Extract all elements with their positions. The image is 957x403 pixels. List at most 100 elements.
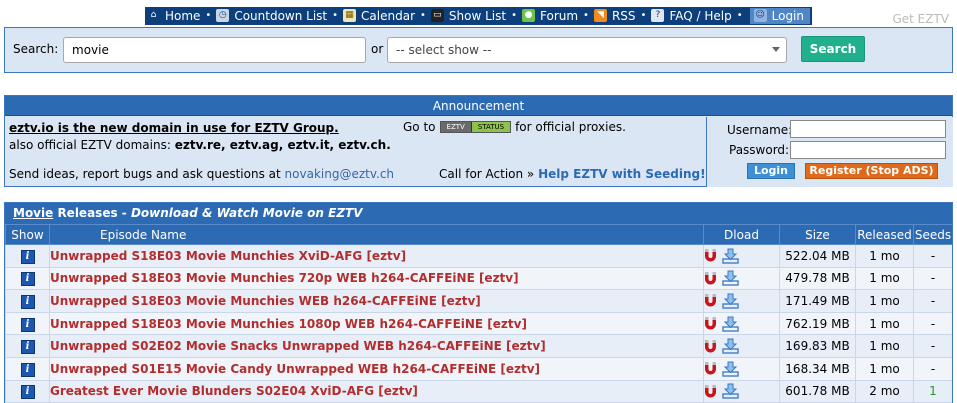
download-icon[interactable]	[722, 293, 739, 309]
email-link[interactable]: novaking@eztv.ch	[285, 167, 394, 181]
released-cell: 1 mo	[855, 334, 914, 358]
download-cell	[703, 244, 780, 268]
call-for-action: Call for Action » Help EZTV with Seeding…	[439, 167, 706, 181]
releases-table-body: i Unwrapped S18E03 Movie Munchies XviD-AF…	[5, 244, 952, 403]
password-label: Password:	[729, 143, 790, 157]
register-button[interactable]: Register (Stop ADS)	[805, 163, 938, 179]
nav-separator: •	[583, 10, 589, 21]
info-icon[interactable]: i	[20, 362, 35, 377]
table-row: i Unwrapped S18E03 Movie Munchies XviD-AF…	[5, 244, 952, 268]
nav-show-list[interactable]: ▭ Show List	[430, 9, 506, 23]
episode-name-cell: Unwrapped S02E02 Movie Snacks Unwrapped …	[49, 334, 704, 358]
episode-link[interactable]: Unwrapped S01E15 Movie Candy Unwrapped W…	[50, 362, 540, 376]
table-row: i Unwrapped S02E02 Movie Snacks Unwrapped…	[5, 334, 952, 358]
goto-suffix: for official proxies.	[515, 120, 626, 134]
magnet-icon[interactable]	[704, 339, 717, 354]
magnet-icon[interactable]	[704, 361, 717, 376]
seeds-cell: -	[913, 289, 952, 313]
nav-countdown-list[interactable]: ◷ Countdown List	[216, 9, 327, 23]
nav-calendar[interactable]: ▦ Calendar	[343, 9, 415, 23]
download-icon[interactable]	[722, 248, 739, 264]
info-icon[interactable]: i	[20, 385, 35, 400]
download-icon[interactable]	[722, 383, 739, 400]
goto-prefix: Go to	[403, 120, 436, 134]
download-icon[interactable]	[722, 316, 739, 332]
nav-faq-label: FAQ / Help	[669, 8, 732, 23]
nav-rss-label: RSS	[611, 8, 636, 23]
releases-title: Movie Releases - Download & Watch Movie …	[5, 203, 952, 224]
nav-separator: •	[205, 10, 212, 21]
login-button[interactable]: Login	[747, 163, 795, 179]
info-icon[interactable]: i	[20, 317, 35, 332]
or-label: or	[371, 42, 384, 56]
magnet-icon[interactable]	[704, 316, 717, 331]
seeds-cell: -	[913, 244, 952, 268]
col-size: Size	[779, 224, 856, 245]
nav-login[interactable]: ☺ Login	[749, 7, 810, 24]
nav-forum[interactable]: ● Forum	[522, 9, 578, 23]
send-ideas-label: Send ideas, report bugs and ask question…	[9, 167, 281, 181]
magnet-icon[interactable]	[704, 293, 717, 308]
search-button[interactable]: Search	[801, 36, 865, 62]
size-cell: 479.78 MB	[779, 266, 856, 291]
info-icon[interactable]: i	[20, 340, 35, 355]
nav-faq-help[interactable]: ? FAQ / Help	[651, 8, 732, 23]
seeds-cell: -	[913, 334, 952, 358]
info-icon[interactable]: i	[20, 294, 35, 309]
table-row: i Unwrapped S18E03 Movie Munchies WEB h26…	[5, 289, 952, 313]
download-cell	[703, 266, 780, 291]
download-cell	[703, 356, 780, 381]
magnet-icon[interactable]	[704, 248, 717, 263]
episode-name-cell: Unwrapped S18E03 Movie Munchies XviD-AFG…	[49, 244, 704, 268]
show-select-dropdown[interactable]: -- select show --	[387, 37, 787, 63]
nav-separator: •	[736, 10, 743, 21]
nav-home[interactable]: ⌂ Home	[147, 8, 201, 23]
info-icon[interactable]: i	[20, 249, 35, 264]
also-domains-prefix: also official EZTV domains:	[9, 138, 171, 152]
episode-link[interactable]: Unwrapped S18E03 Movie Munchies XviD-AFG…	[50, 249, 406, 263]
get-eztv-text: Get EZTV	[892, 12, 949, 26]
size-cell: 762.19 MB	[779, 311, 856, 336]
search-input[interactable]	[63, 37, 366, 63]
faq-icon: ?	[651, 9, 665, 22]
col-seeds: Seeds	[913, 224, 952, 245]
episode-link[interactable]: Unwrapped S18E03 Movie Munchies WEB h264…	[50, 294, 481, 308]
proxies-text: Go to EZTV STATUS for official proxies.	[403, 120, 626, 134]
released-cell: 1 mo	[855, 289, 914, 313]
show-info-cell: i	[5, 244, 50, 268]
eztv-status-badge[interactable]: EZTV STATUS	[439, 121, 512, 133]
announcement-panel: Announcement eztv.io is the new domain i…	[4, 95, 953, 187]
magnet-icon[interactable]	[704, 271, 717, 286]
show-select-value: -- select show --	[396, 43, 492, 57]
show-info-cell: i	[5, 379, 50, 403]
nav-home-label: Home	[164, 8, 201, 23]
new-domain-link[interactable]: eztv.io is the new domain in use for EZT…	[9, 121, 339, 135]
download-icon[interactable]	[722, 338, 739, 354]
magnet-icon[interactable]	[704, 384, 717, 399]
download-icon[interactable]	[722, 361, 739, 377]
episode-link[interactable]: Unwrapped S18E03 Movie Munchies 720p WEB…	[50, 271, 519, 285]
help-seeding-link[interactable]: Help EZTV with Seeding!	[538, 167, 706, 181]
username-input[interactable]	[790, 120, 946, 138]
download-cell	[703, 379, 780, 403]
episode-name-cell: Unwrapped S01E15 Movie Candy Unwrapped W…	[49, 356, 704, 381]
nav-separator: •	[420, 10, 426, 21]
nav-rss[interactable]: ◥ RSS	[593, 8, 636, 23]
download-icon[interactable]	[722, 270, 739, 287]
rss-icon: ◥	[593, 9, 607, 22]
table-row: i Unwrapped S18E03 Movie Munchies 720p WE…	[5, 266, 952, 291]
password-input[interactable]	[790, 141, 946, 159]
releases-subtitle: Download & Watch Movie on EZTV	[130, 206, 363, 220]
download-cell	[703, 334, 780, 358]
info-icon[interactable]: i	[20, 272, 35, 287]
col-released: Released	[855, 224, 914, 245]
episode-link[interactable]: Unwrapped S02E02 Movie Snacks Unwrapped …	[50, 339, 546, 353]
table-row: i Unwrapped S01E15 Movie Candy Unwrapped …	[5, 356, 952, 381]
movie-title-link[interactable]: Movie	[13, 206, 53, 220]
episode-link[interactable]: Greatest Ever Movie Blunders S02E04 XviD…	[50, 384, 418, 398]
releases-title-rest: Releases -	[53, 206, 131, 220]
episode-name-cell: Unwrapped S18E03 Movie Munchies WEB h264…	[49, 289, 704, 313]
nav-calendar-label: Calendar	[361, 8, 416, 23]
episode-link[interactable]: Unwrapped S18E03 Movie Munchies 1080p WE…	[50, 317, 527, 331]
seeds-cell: 1	[913, 379, 952, 403]
